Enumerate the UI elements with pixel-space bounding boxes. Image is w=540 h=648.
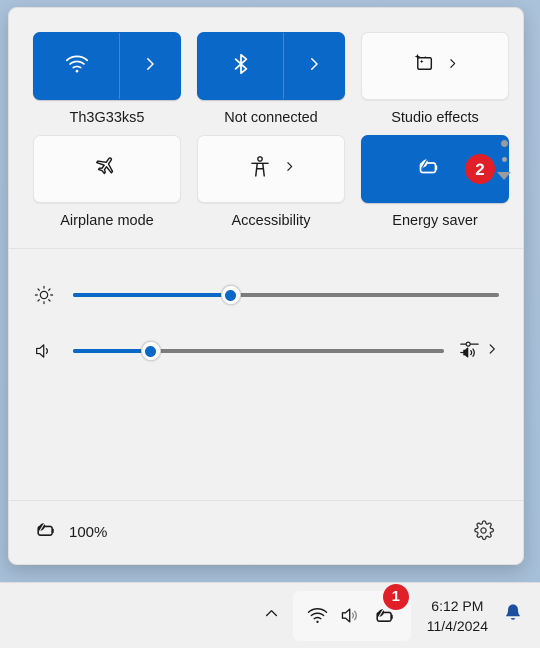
system-tray-cluster[interactable]: 1 [292, 583, 411, 641]
energy-saver-icon [414, 153, 442, 186]
chevron-right-icon [141, 55, 159, 78]
notification-center-button[interactable] [502, 602, 524, 629]
volume-slider-row [33, 323, 499, 379]
bluetooth-toggle-button[interactable] [198, 33, 284, 99]
wifi-toggle-button[interactable] [34, 33, 120, 99]
quick-setting-label-bluetooth: Not connected [224, 110, 318, 126]
quick-setting-label-energy-saver: Energy saver [392, 213, 478, 229]
page-dot-2[interactable] [501, 157, 507, 162]
tray-notification-badge: 1 [382, 583, 409, 610]
settings-button[interactable] [467, 517, 499, 549]
gear-icon [472, 519, 495, 547]
tray-volume-icon[interactable] [339, 604, 362, 627]
accessibility-icon [247, 154, 273, 185]
bluetooth-icon [228, 51, 254, 82]
accessibility-button[interactable] [198, 136, 344, 202]
tile-cell-airplane-mode: Airplane mode [33, 135, 181, 230]
brightness-track-fill [73, 293, 231, 297]
quick-settings-tiles-area: Th3G33ks5 Not connected Studio effects A… [9, 8, 523, 240]
quick-settings-footer: 100% [9, 500, 523, 564]
studio-effects-button[interactable] [362, 33, 508, 99]
chevron-right-icon [485, 342, 499, 361]
quick-setting-energy-saver[interactable]: 2 [361, 135, 509, 203]
tray-wifi-icon[interactable] [306, 604, 329, 627]
brightness-icon [33, 284, 73, 306]
chevron-up-icon [263, 605, 280, 627]
quick-settings-panel: Th3G33ks5 Not connected Studio effects A… [8, 7, 524, 565]
chevron-right-icon [283, 160, 296, 178]
show-hidden-icons-button[interactable] [255, 596, 289, 636]
quick-setting-studio-effects[interactable] [361, 32, 509, 100]
energy-saver-badge: 2 [465, 154, 495, 184]
volume-thumb[interactable] [140, 341, 161, 361]
clock-time: 6:12 PM [431, 597, 484, 614]
taskbar: 1 6:12 PM 11/4/2024 [0, 582, 540, 648]
airplane-icon [94, 154, 120, 185]
battery-percent-label: 100% [69, 524, 108, 541]
audio-output-picker-icon [458, 337, 481, 365]
bluetooth-expand-button[interactable] [284, 33, 344, 99]
brightness-slider[interactable] [73, 285, 499, 305]
chevron-right-icon [305, 55, 323, 78]
chevron-down-icon[interactable] [497, 172, 511, 180]
quick-settings-sliders [9, 249, 523, 395]
chevron-right-icon [446, 57, 459, 75]
clock-date: 11/4/2024 [426, 617, 488, 634]
audio-output-selector[interactable] [458, 337, 499, 365]
studio-effects-icon [411, 51, 436, 81]
volume-slider[interactable] [73, 341, 444, 361]
quick-setting-label-accessibility: Accessibility [231, 213, 311, 229]
quick-setting-label-studio-effects: Studio effects [391, 110, 479, 126]
quick-setting-bluetooth[interactable] [197, 32, 345, 100]
brightness-slider-row [33, 267, 499, 323]
bell-icon [502, 602, 524, 629]
tile-cell-energy-saver: 2 Energy saver [361, 135, 509, 230]
tile-cell-wifi: Th3G33ks5 [33, 32, 181, 127]
volume-track-fill [73, 349, 151, 353]
quick-setting-label-wifi: Th3G33ks5 [69, 110, 145, 126]
quick-setting-wifi[interactable] [33, 32, 181, 100]
airplane-mode-toggle-button[interactable] [34, 136, 180, 202]
brightness-thumb[interactable] [220, 285, 241, 305]
wifi-icon [64, 51, 90, 82]
wifi-expand-button[interactable] [120, 33, 180, 99]
volume-icon [33, 340, 73, 362]
taskbar-clock[interactable]: 6:12 PM 11/4/2024 [427, 596, 488, 636]
tile-cell-accessibility: Accessibility [197, 135, 345, 230]
quick-settings-tile-grid: Th3G33ks5 Not connected Studio effects A… [33, 32, 509, 230]
quick-setting-accessibility[interactable] [197, 135, 345, 203]
quick-setting-label-airplane-mode: Airplane mode [60, 213, 154, 229]
battery-status[interactable]: 100% [33, 517, 107, 548]
tile-cell-bluetooth: Not connected [197, 32, 345, 127]
page-dot-1[interactable] [500, 140, 508, 147]
quick-settings-pager [493, 140, 515, 180]
battery-saver-icon [33, 517, 59, 548]
quick-setting-airplane-mode[interactable] [33, 135, 181, 203]
tile-cell-studio-effects: Studio effects [361, 32, 509, 127]
